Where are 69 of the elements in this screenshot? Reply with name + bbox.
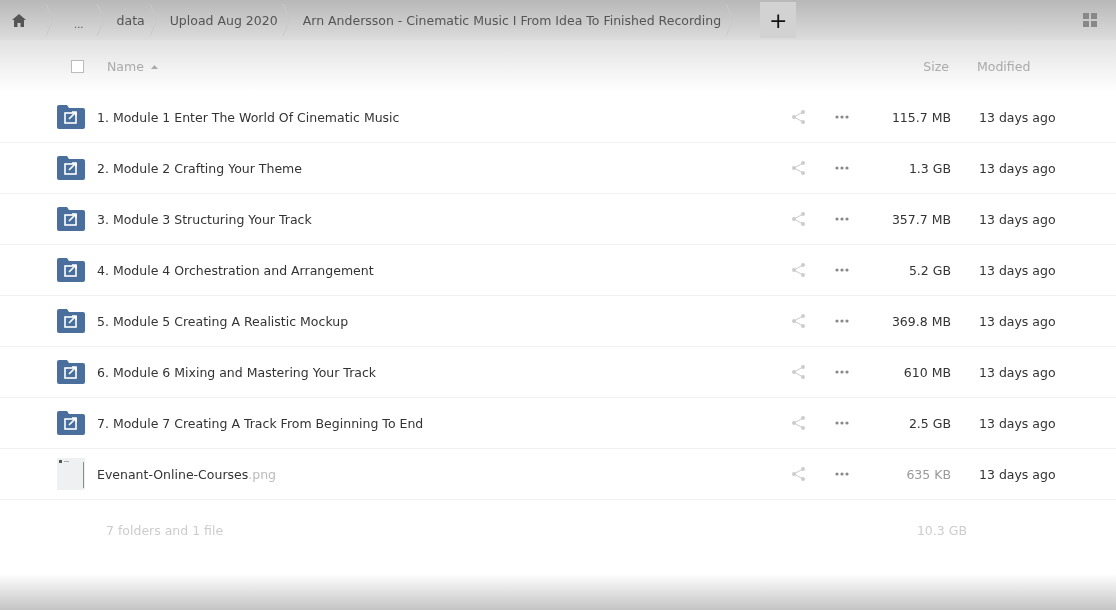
shared-folder-icon bbox=[56, 156, 86, 180]
home-icon[interactable] bbox=[11, 12, 27, 28]
file-size: 357.7 MB bbox=[890, 211, 951, 227]
file-row[interactable]: 6. Module 6 Mixing and Mastering Your Track 610 MB 13 days ago bbox=[0, 347, 1116, 398]
modified-date: 13 days ago bbox=[979, 415, 1056, 431]
share-icon[interactable] bbox=[792, 467, 805, 481]
file-size: 115.7 MB bbox=[890, 109, 951, 125]
shared-folder-icon bbox=[56, 360, 86, 384]
shared-folder-icon bbox=[56, 411, 86, 435]
modified-date: 13 days ago bbox=[979, 466, 1056, 482]
more-options-icon[interactable] bbox=[835, 166, 849, 170]
modified-date: 13 days ago bbox=[979, 262, 1056, 278]
more-options-icon[interactable] bbox=[835, 217, 849, 221]
file-row[interactable]: 5. Module 5 Creating A Realistic Mockup 369.8 MB 13 days ago bbox=[0, 296, 1116, 347]
modified-date: 13 days ago bbox=[979, 160, 1056, 176]
share-icon[interactable] bbox=[792, 263, 805, 277]
share-icon[interactable] bbox=[792, 212, 805, 226]
file-name: 4. Module 4 Orchestration and Arrangement bbox=[97, 262, 375, 278]
file-name: 6. Module 6 Mixing and Mastering Your Track bbox=[97, 364, 378, 380]
file-name: 2. Module 2 Crafting Your Theme bbox=[97, 160, 303, 176]
chevron-icon bbox=[281, 4, 291, 36]
modified-date: 13 days ago bbox=[979, 211, 1056, 227]
file-row[interactable]: 1. Module 1 Enter The World Of Cinematic Music 115.7 MB 13 days ago bbox=[0, 92, 1116, 143]
chevron-icon bbox=[148, 4, 158, 36]
chevron-icon bbox=[45, 4, 54, 36]
file-name: 1. Module 1 Enter The World Of Cinematic Music bbox=[97, 109, 401, 125]
file-size: 610 MB bbox=[902, 364, 951, 380]
file-size: 369.8 MB bbox=[890, 313, 951, 329]
breadcrumb-link[interactable]: ... bbox=[74, 19, 84, 30]
file-row[interactable]: 2. Module 2 Crafting Your Theme 1.3 GB 13 days ago bbox=[0, 143, 1116, 194]
more-options-icon[interactable] bbox=[835, 370, 849, 374]
file-row[interactable]: 4. Module 4 Orchestration and Arrangement 5.2 GB 13 days ago bbox=[0, 245, 1116, 296]
shared-folder-icon bbox=[56, 207, 86, 231]
file-size: 1.3 GB bbox=[907, 160, 951, 176]
file-name: Evenant-Online-Courses.png bbox=[97, 466, 277, 482]
shared-folder-icon bbox=[56, 105, 86, 129]
file-row[interactable]: Evenant-Online-Courses.png 635 KB 13 days ago bbox=[0, 449, 1116, 500]
new-button[interactable]: + bbox=[760, 2, 797, 38]
more-options-icon[interactable] bbox=[835, 319, 849, 323]
image-thumbnail bbox=[56, 458, 86, 490]
breadcrumb-link[interactable]: data bbox=[116, 12, 145, 28]
share-icon[interactable] bbox=[792, 110, 805, 124]
file-name: 5. Module 5 Creating A Realistic Mockup bbox=[97, 313, 350, 329]
file-row[interactable]: 7. Module 7 Creating A Track From Beginning To End 2.5 GB 13 days ago bbox=[0, 398, 1116, 449]
file-size: 635 KB bbox=[905, 466, 951, 482]
more-options-icon[interactable] bbox=[835, 421, 849, 425]
grid-view-icon[interactable] bbox=[1083, 13, 1097, 27]
shared-folder-icon bbox=[56, 309, 86, 333]
more-options-icon[interactable] bbox=[835, 268, 849, 272]
more-options-icon[interactable] bbox=[835, 472, 849, 476]
file-size: 5.2 GB bbox=[907, 262, 951, 278]
select-all-checkbox[interactable] bbox=[71, 59, 84, 73]
breadcrumb-link[interactable]: Arn Andersson - Cinematic Music I From Idea To Finished Recording bbox=[302, 12, 722, 28]
share-icon[interactable] bbox=[792, 416, 805, 430]
share-icon[interactable] bbox=[792, 365, 805, 379]
share-icon[interactable] bbox=[792, 314, 805, 328]
file-name: 7. Module 7 Creating A Track From Beginning To End bbox=[97, 415, 425, 431]
file-name: 3. Module 3 Structuring Your Track bbox=[97, 211, 313, 227]
share-icon[interactable] bbox=[792, 161, 805, 175]
file-size: 2.5 GB bbox=[907, 415, 951, 431]
shared-folder-icon bbox=[56, 258, 86, 282]
modified-date: 13 days ago bbox=[979, 109, 1056, 125]
chevron-icon bbox=[95, 4, 105, 36]
sort-arrow-icon bbox=[150, 63, 158, 69]
file-row[interactable]: 3. Module 3 Structuring Your Track 357.7 MB 13 days ago bbox=[0, 194, 1116, 245]
modified-date: 13 days ago bbox=[979, 364, 1056, 380]
modified-date: 13 days ago bbox=[979, 313, 1056, 329]
more-options-icon[interactable] bbox=[835, 115, 849, 119]
breadcrumb-link[interactable]: Upload Aug 2020 bbox=[169, 12, 278, 28]
